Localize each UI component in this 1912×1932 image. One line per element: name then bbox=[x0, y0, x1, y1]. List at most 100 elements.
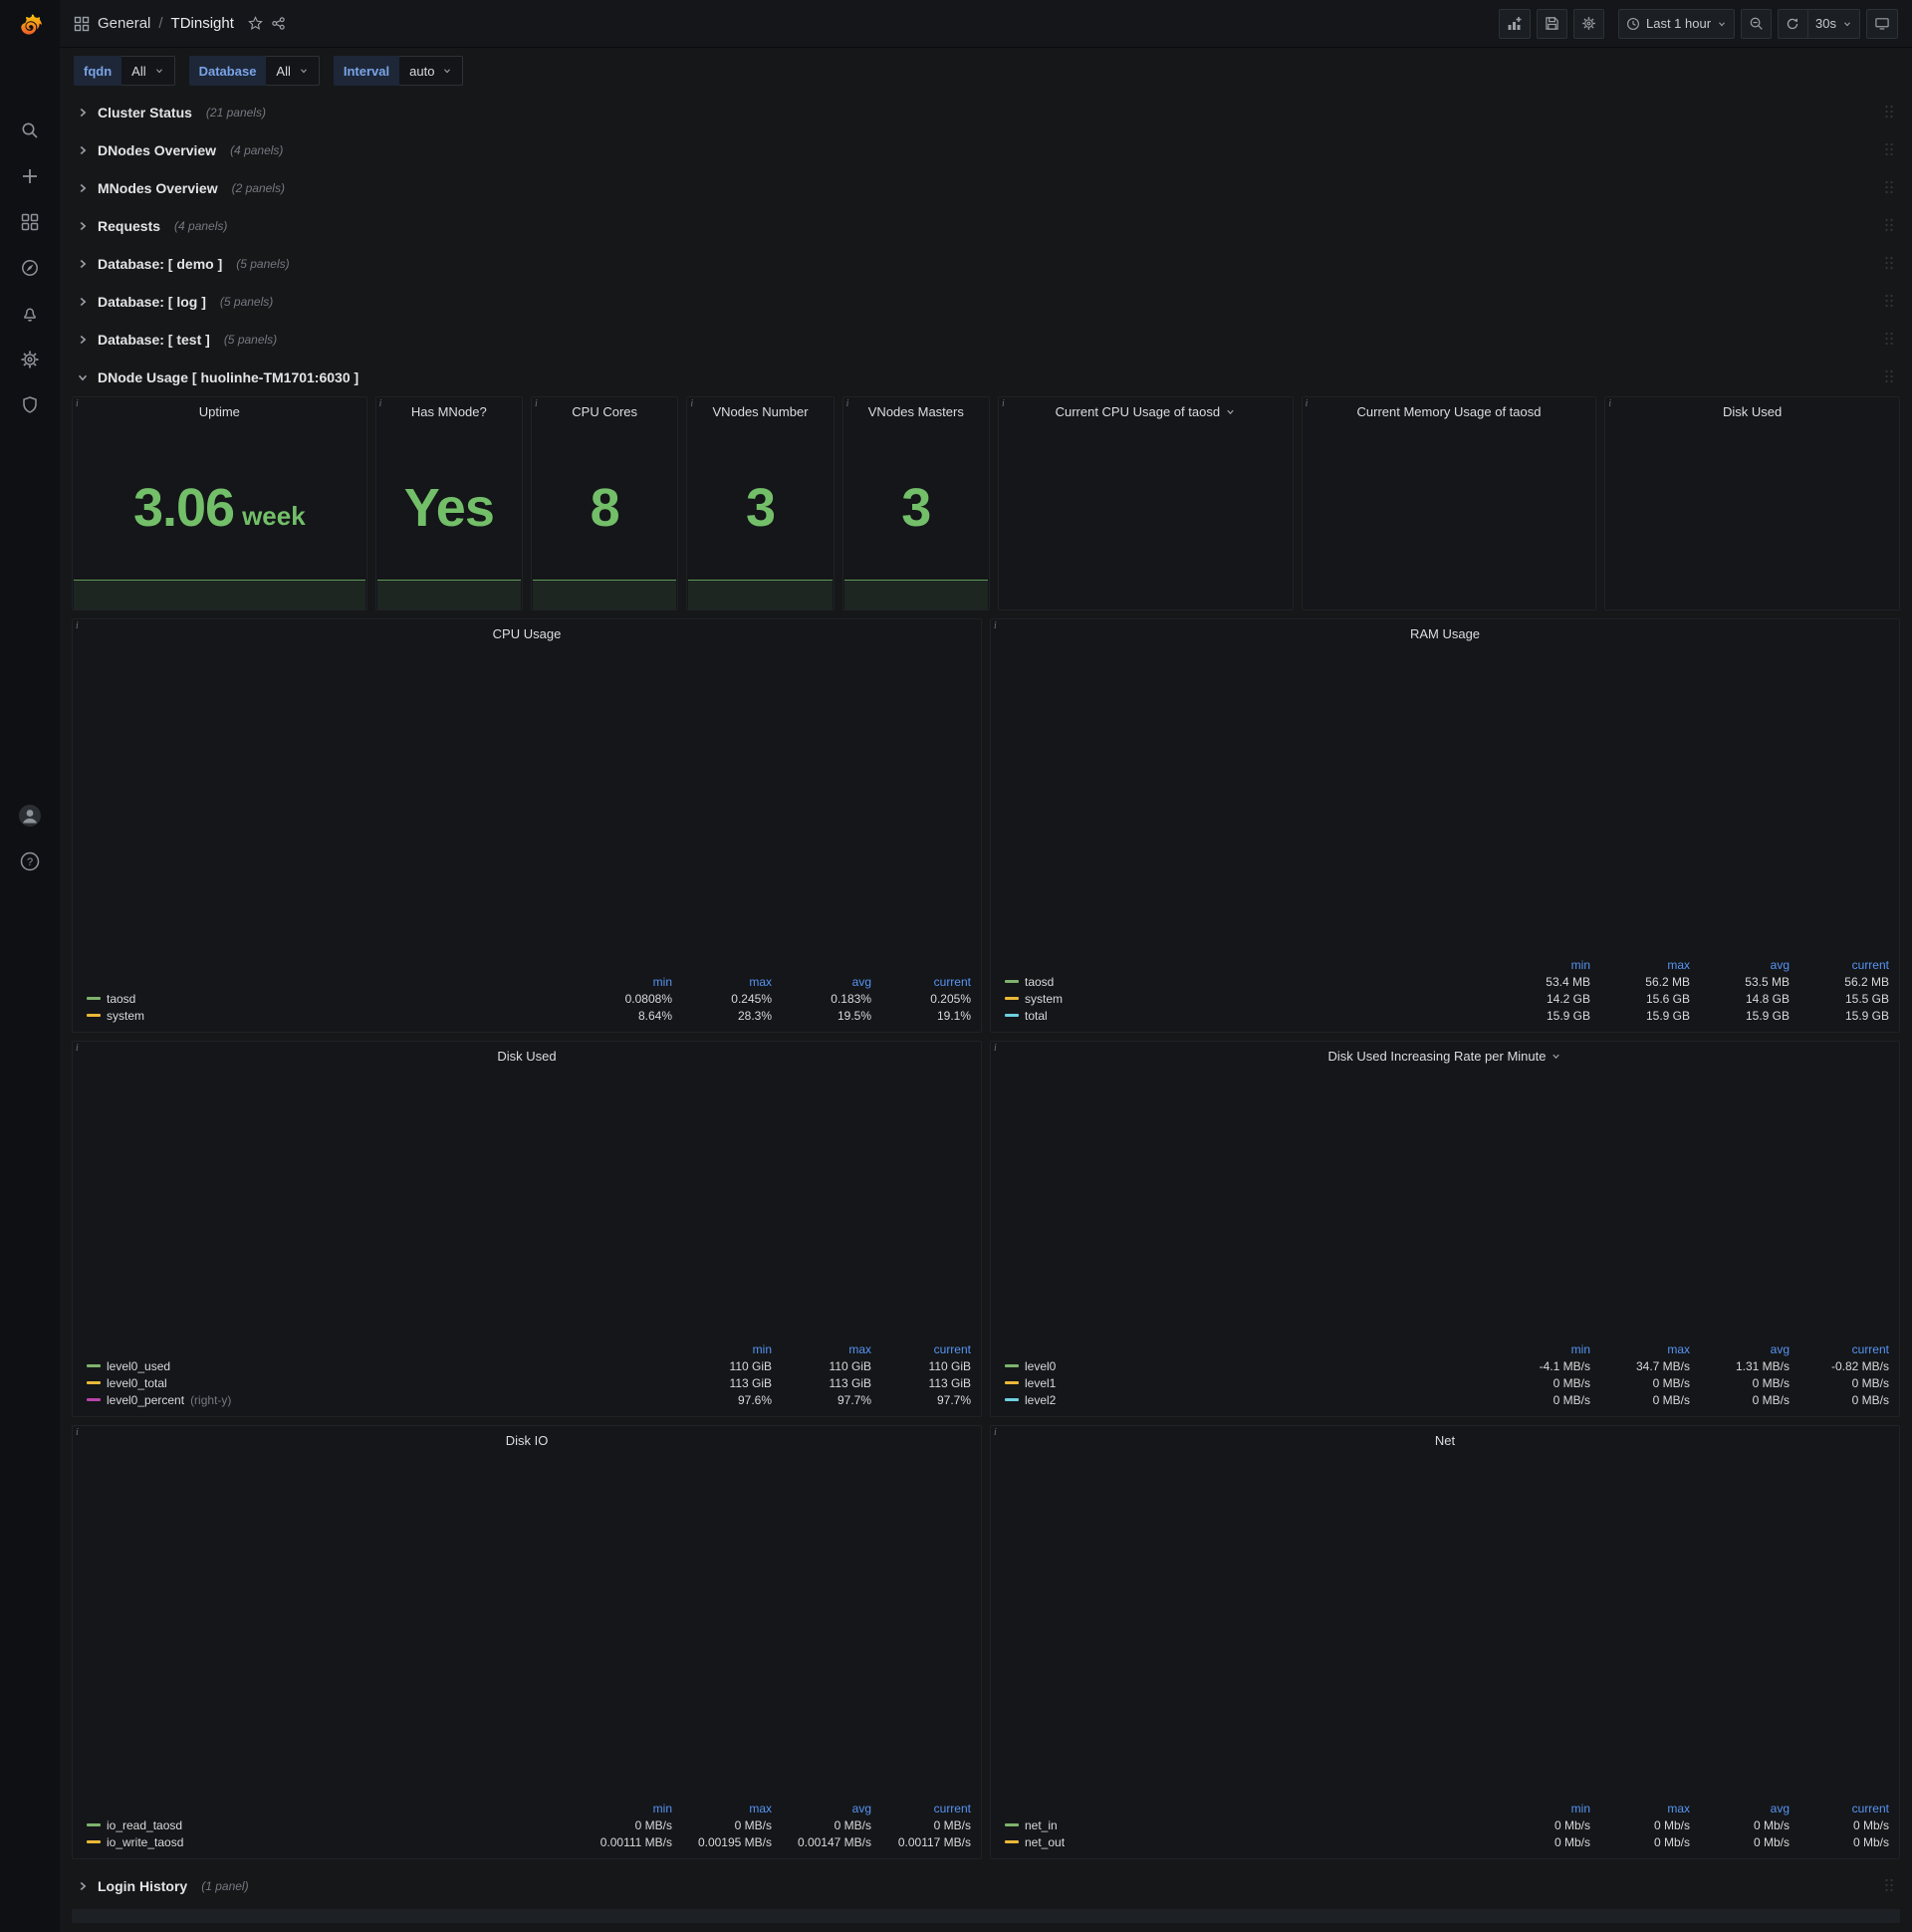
legend-series-name[interactable]: level0_used bbox=[87, 1359, 672, 1373]
refresh-interval-select[interactable]: 30s bbox=[1807, 8, 1860, 39]
legend-column-header[interactable]: current bbox=[871, 1342, 971, 1356]
legend-column-header[interactable]: max bbox=[672, 1802, 772, 1815]
star-icon[interactable] bbox=[248, 16, 263, 31]
legend-column-header[interactable]: current bbox=[1790, 1342, 1889, 1356]
panel-info-icon[interactable]: i bbox=[994, 1427, 997, 1438]
panel-info-icon[interactable]: i bbox=[76, 620, 79, 631]
legend-column-header[interactable]: avg bbox=[772, 975, 871, 989]
panel-title[interactable]: Has MNode? bbox=[376, 397, 522, 425]
breadcrumb-dashboard-title[interactable]: TDinsight bbox=[171, 15, 234, 32]
sidebar-item-profile[interactable] bbox=[0, 793, 60, 839]
legend-column-header[interactable]: avg bbox=[1690, 1802, 1790, 1815]
row-drag-handle[interactable] bbox=[1884, 293, 1894, 309]
sidebar-item-explore[interactable] bbox=[0, 245, 60, 291]
variable-value-database[interactable]: All bbox=[266, 56, 320, 86]
row-drag-handle[interactable] bbox=[1884, 368, 1894, 384]
variable-value-fqdn[interactable]: All bbox=[121, 56, 175, 86]
sidebar-item-search[interactable] bbox=[0, 108, 60, 153]
legend-series-name[interactable]: system bbox=[87, 1009, 573, 1023]
row-drag-handle[interactable] bbox=[1884, 1877, 1894, 1893]
panel-title[interactable]: Current Memory Usage of taosd bbox=[1303, 397, 1596, 425]
dashboard-row-header[interactable]: MNodes Overview (2 panels) bbox=[72, 169, 1900, 207]
legend-column-header[interactable]: current bbox=[871, 1802, 971, 1815]
legend-column-header[interactable]: current bbox=[871, 975, 971, 989]
legend-column-header[interactable]: current bbox=[1790, 1802, 1889, 1815]
legend-column-header[interactable]: max bbox=[672, 975, 772, 989]
legend-column-header[interactable]: avg bbox=[1690, 1342, 1790, 1356]
sidebar-item-server-admin[interactable] bbox=[0, 382, 60, 428]
legend-series-name[interactable]: io_write_taosd bbox=[87, 1835, 573, 1849]
legend-series-name[interactable]: taosd bbox=[87, 992, 573, 1006]
legend-column-header[interactable]: min bbox=[1491, 1802, 1590, 1815]
cycle-view-mode-button[interactable] bbox=[1866, 8, 1898, 39]
row-drag-handle[interactable] bbox=[1884, 104, 1894, 120]
legend-series-name[interactable]: level0_percent (right-y) bbox=[87, 1393, 672, 1407]
panel-title[interactable]: RAM Usage bbox=[991, 619, 1899, 647]
panel-title[interactable]: Disk Used bbox=[73, 1042, 981, 1070]
panel-title[interactable]: Disk Used Increasing Rate per Minute bbox=[991, 1042, 1899, 1070]
row-drag-handle[interactable] bbox=[1884, 331, 1894, 347]
legend-series-name[interactable]: system bbox=[1005, 992, 1491, 1006]
dashboard-row-header[interactable]: Database: [ test ] (5 panels) bbox=[72, 321, 1900, 359]
add-panel-button[interactable] bbox=[1498, 8, 1531, 39]
panel-title[interactable]: Disk IO bbox=[73, 1426, 981, 1454]
zoom-out-time-button[interactable] bbox=[1741, 8, 1773, 39]
legend-column-header[interactable]: max bbox=[1590, 1802, 1690, 1815]
panel-info-icon[interactable]: i bbox=[76, 1043, 79, 1054]
panel-title[interactable]: Net bbox=[991, 1426, 1899, 1454]
legend-series-name[interactable]: level2 bbox=[1005, 1393, 1491, 1407]
panel-info-icon[interactable]: i bbox=[846, 398, 849, 409]
share-icon[interactable] bbox=[271, 16, 286, 31]
dashboard-settings-button[interactable] bbox=[1572, 8, 1604, 39]
save-dashboard-button[interactable] bbox=[1536, 8, 1567, 39]
panel-info-icon[interactable]: i bbox=[690, 398, 693, 409]
legend-series-name[interactable]: io_read_taosd bbox=[87, 1818, 573, 1832]
legend-column-header[interactable]: avg bbox=[772, 1802, 871, 1815]
panel-title[interactable]: VNodes Number bbox=[687, 397, 833, 425]
variable-value-interval[interactable]: auto bbox=[399, 56, 464, 86]
dashboard-row-header[interactable]: DNode Usage [ huolinhe-TM1701:6030 ] bbox=[72, 359, 1900, 396]
legend-column-header[interactable]: max bbox=[772, 1342, 871, 1356]
legend-column-header[interactable]: min bbox=[573, 1802, 672, 1815]
panel-info-icon[interactable]: i bbox=[1306, 398, 1309, 409]
sidebar-item-help[interactable]: ? bbox=[0, 839, 60, 884]
dashboard-row-header[interactable]: DNodes Overview (4 panels) bbox=[72, 131, 1900, 169]
breadcrumb-folder[interactable]: General bbox=[98, 15, 150, 32]
panel-info-icon[interactable]: i bbox=[535, 398, 538, 409]
dashboard-row-header[interactable]: Requests (4 panels) bbox=[72, 207, 1900, 245]
legend-series-name[interactable]: level0_total bbox=[87, 1376, 672, 1390]
legend-column-header[interactable]: avg bbox=[1690, 958, 1790, 972]
grafana-logo[interactable] bbox=[0, 0, 60, 52]
dashboard-row-header[interactable]: Database: [ demo ] (5 panels) bbox=[72, 245, 1900, 283]
row-drag-handle[interactable] bbox=[1884, 255, 1894, 271]
legend-series-name[interactable]: level0 bbox=[1005, 1359, 1491, 1373]
panel-info-icon[interactable]: i bbox=[76, 1427, 79, 1438]
panel-info-icon[interactable]: i bbox=[379, 398, 382, 409]
legend-series-name[interactable]: net_in bbox=[1005, 1818, 1491, 1832]
refresh-button[interactable] bbox=[1778, 8, 1808, 39]
row-drag-handle[interactable] bbox=[1884, 141, 1894, 157]
sidebar-item-alerting[interactable] bbox=[0, 291, 60, 337]
row-drag-handle[interactable] bbox=[1884, 179, 1894, 195]
panel-info-icon[interactable]: i bbox=[994, 620, 997, 631]
panel-info-icon[interactable]: i bbox=[76, 398, 79, 409]
legend-column-header[interactable]: min bbox=[1491, 958, 1590, 972]
panel-title[interactable]: CPU Usage bbox=[73, 619, 981, 647]
dashboard-row-header[interactable]: Login History (1 panel) bbox=[72, 1867, 1900, 1905]
legend-column-header[interactable]: min bbox=[573, 975, 672, 989]
dashboard-row-header[interactable]: Database: [ log ] (5 panels) bbox=[72, 283, 1900, 321]
panel-title[interactable]: Uptime bbox=[73, 397, 366, 425]
sidebar-item-dashboards[interactable] bbox=[0, 199, 60, 245]
legend-column-header[interactable]: current bbox=[1790, 958, 1889, 972]
legend-column-header[interactable]: min bbox=[1491, 1342, 1590, 1356]
legend-column-header[interactable]: max bbox=[1590, 1342, 1690, 1356]
legend-series-name[interactable]: total bbox=[1005, 1009, 1491, 1023]
panel-title[interactable]: CPU Cores bbox=[532, 397, 677, 425]
panel-title[interactable]: Current CPU Usage of taosd bbox=[999, 397, 1293, 425]
row-drag-handle[interactable] bbox=[1884, 217, 1894, 233]
legend-column-header[interactable]: max bbox=[1590, 958, 1690, 972]
legend-column-header[interactable]: min bbox=[672, 1342, 772, 1356]
legend-series-name[interactable]: level1 bbox=[1005, 1376, 1491, 1390]
panel-info-icon[interactable]: i bbox=[1608, 398, 1611, 409]
panel-title[interactable]: Disk Used bbox=[1605, 397, 1899, 425]
